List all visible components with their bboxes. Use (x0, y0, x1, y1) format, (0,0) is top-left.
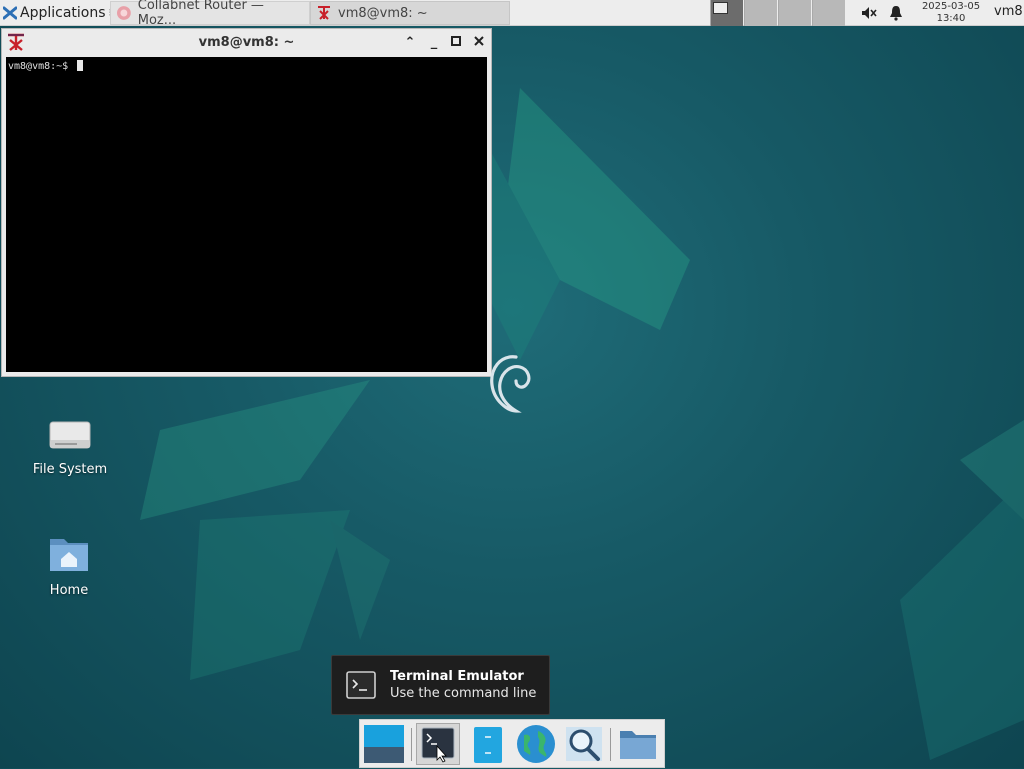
xfce-logo-icon (3, 6, 17, 19)
desktop-icon-home[interactable]: Home (19, 533, 119, 598)
applications-menu[interactable]: Applications ⁝ (0, 0, 116, 26)
terminal-screen[interactable]: vm8@vm8:~$ (6, 57, 487, 372)
terminal-tooltip-icon (346, 671, 376, 699)
close-button[interactable] (471, 35, 487, 51)
shade-button[interactable]: ⌃ (402, 35, 418, 51)
folder-icon (620, 731, 656, 759)
firefox-icon (116, 6, 131, 20)
dock-separator (610, 728, 611, 761)
maximize-button[interactable] (448, 35, 464, 51)
dock-show-desktop[interactable] (362, 723, 406, 765)
dock-separator (411, 728, 412, 761)
maximize-icon (451, 36, 461, 46)
home-folder-icon (50, 539, 88, 571)
clock-date: 2025-03-05 (921, 1, 981, 12)
taskbar-item-terminal[interactable]: vm8@vm8: ~ (310, 1, 510, 25)
desktop-icon-label: File System (32, 462, 108, 477)
dock-web-browser[interactable] (514, 723, 558, 765)
file-manager-icon (474, 727, 502, 763)
bell-icon[interactable] (888, 4, 904, 22)
dock-folder[interactable] (616, 723, 660, 765)
prompt-text: vm8@vm8:~$ (8, 61, 69, 72)
debian-swirl-logo (490, 355, 531, 413)
dock-search[interactable] (562, 723, 606, 765)
workspace-1[interactable] (710, 0, 743, 26)
user-menu[interactable]: vm8 (994, 4, 1023, 19)
search-icon (566, 727, 602, 761)
desktop-icon-label: Home (49, 583, 89, 598)
terminal-cursor (77, 60, 84, 71)
dock-tooltip: Terminal Emulator Use the command line (331, 655, 550, 715)
workspace-4[interactable] (812, 0, 845, 26)
minimize-button[interactable]: _ (426, 35, 442, 51)
clock-time: 13:40 (936, 13, 966, 24)
workspace-2[interactable] (744, 0, 777, 26)
terminal-icon (421, 727, 455, 763)
tooltip-title: Terminal Emulator (390, 669, 524, 684)
workspace-window-thumb (713, 2, 728, 14)
applications-label: Applications (20, 4, 106, 21)
dock-file-manager[interactable] (466, 723, 510, 765)
close-icon (474, 36, 484, 46)
top-panel: Applications ⁝ Collabnet Router — Moz...… (0, 0, 1024, 28)
tooltip-subtitle: Use the command line (390, 686, 537, 701)
terminal-prompt: vm8@vm8:~$ (8, 60, 84, 72)
taskbar-item-browser[interactable]: Collabnet Router — Moz... (110, 0, 310, 28)
terminal-app-icon (318, 6, 330, 20)
desktop-icon-filesystem[interactable]: File System (20, 414, 120, 477)
show-desktop-icon (364, 725, 404, 763)
taskbar-item-label: Collabnet Router — Moz... (137, 0, 264, 28)
workspace-3[interactable] (778, 0, 811, 26)
terminal-titlebar[interactable]: vm8@vm8: ~ ⌃ _ (2, 29, 491, 56)
dock (359, 719, 665, 768)
web-browser-icon (517, 725, 555, 763)
dock-terminal[interactable] (416, 723, 460, 765)
terminal-window: vm8@vm8: ~ ⌃ _ vm8@vm8:~$ (1, 28, 492, 377)
taskbar-item-label: vm8@vm8: ~ (338, 5, 428, 21)
mute-icon[interactable] (860, 4, 878, 22)
drive-icon (49, 421, 91, 449)
clock[interactable]: 2025-03-05 13:40 (914, 1, 988, 25)
